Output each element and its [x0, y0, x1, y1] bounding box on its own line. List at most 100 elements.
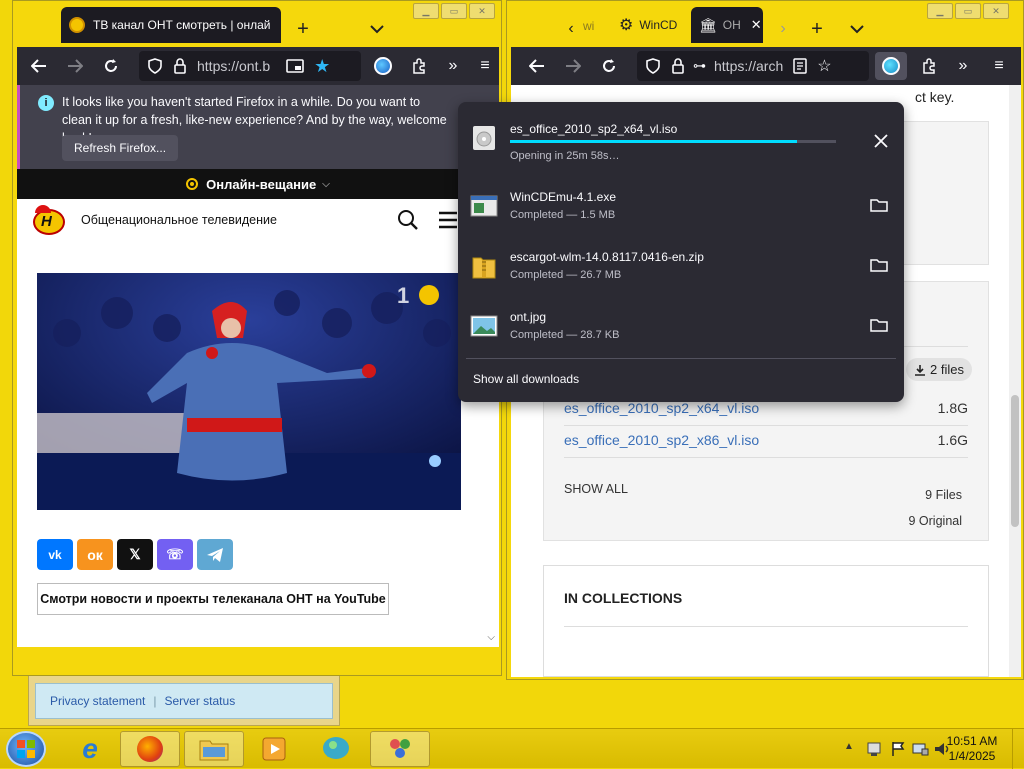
files-badge[interactable]: 2 files [906, 358, 972, 381]
folder-icon[interactable] [870, 198, 888, 212]
reader-view-icon[interactable] [793, 58, 808, 74]
background-window-footer: Privacy statement | Server status [35, 683, 333, 719]
chevron-down-icon: ⌵ [322, 178, 330, 190]
forward-button[interactable] [61, 52, 89, 80]
search-icon[interactable] [397, 209, 419, 231]
hamburger-menu-icon[interactable]: ≡ [985, 52, 1013, 80]
viber-share-button[interactable]: ☏ [157, 539, 193, 570]
left-tab-strip: ▁ ▭ ✕ ТВ канал ОНТ смотреть | онлай + [13, 1, 501, 47]
telegram-share-button[interactable] [197, 539, 233, 570]
taskbar-media-player-icon[interactable] [244, 731, 304, 767]
tray-flag-icon[interactable] [890, 741, 906, 757]
reload-button[interactable] [97, 52, 125, 80]
tray-network-icon[interactable] [912, 741, 930, 757]
pip-icon[interactable] [286, 58, 304, 74]
reload-button-right[interactable] [595, 52, 623, 80]
tab-scroll-left-icon[interactable]: ‹ [557, 15, 585, 43]
bookmark-star-icon[interactable]: ☆ [817, 56, 831, 76]
maximize-button-right[interactable]: ▭ [955, 3, 981, 19]
tab-scroll-right-icon[interactable]: › [769, 15, 797, 43]
file-link[interactable]: es_office_2010_sp2_x64_vl.iso [564, 400, 759, 416]
tab-wi[interactable]: wi [583, 19, 594, 33]
taskbar-messenger-icon[interactable] [306, 731, 366, 767]
tab-list-button-right[interactable] [843, 15, 871, 43]
archive-icon: 🏛 [699, 16, 717, 33]
download-item[interactable]: escargot-wlm-14.0.8117.0416-en.zip Compl… [458, 238, 904, 298]
show-desktop-button[interactable] [1012, 729, 1024, 769]
refresh-firefox-button[interactable]: Refresh Firefox... [62, 135, 179, 161]
tray-overflow-icon[interactable]: ▲ [844, 741, 854, 752]
downloads-button[interactable] [875, 52, 907, 80]
scrollbar-thumb[interactable] [1011, 395, 1019, 527]
site-menu-icon[interactable] [437, 209, 459, 231]
new-tab-button[interactable]: + [289, 15, 317, 43]
permissions-icon[interactable]: ⊶ [693, 58, 706, 74]
installer-icon [470, 192, 498, 220]
svg-text:1: 1 [397, 283, 409, 308]
taskbar-firefox-icon[interactable] [120, 731, 180, 767]
extensions-icon[interactable] [405, 52, 433, 80]
scrollbar[interactable] [1009, 85, 1021, 677]
close-window-button-right[interactable]: ✕ [983, 3, 1009, 19]
address-bar-right[interactable]: ⊶ https://arch ☆ [637, 51, 869, 81]
minimize-button[interactable]: ▁ [413, 3, 439, 19]
forward-button-right[interactable] [559, 52, 587, 80]
extensions-icon[interactable] [915, 52, 943, 80]
folder-icon[interactable] [870, 258, 888, 272]
download-item[interactable]: WinCDEmu-4.1.exe Completed — 1.5 MB [458, 178, 904, 238]
server-status-link[interactable]: Server status [165, 694, 236, 708]
cancel-download-icon[interactable] [874, 134, 888, 148]
info-icon: i [38, 95, 54, 111]
privacy-statement-link[interactable]: Privacy statement [50, 694, 145, 708]
collections-card: IN COLLECTIONS [543, 565, 989, 677]
back-button-right[interactable] [523, 52, 551, 80]
ok-share-button[interactable]: ок [77, 539, 113, 570]
hamburger-menu-icon[interactable]: ≡ [471, 52, 499, 80]
lock-icon [173, 58, 187, 74]
overflow-menu-icon[interactable]: » [439, 52, 467, 80]
overflow-menu-icon[interactable]: » [949, 52, 977, 80]
tab-wincd[interactable]: ⚙ WinCD [619, 15, 677, 35]
start-button[interactable] [6, 731, 46, 767]
shield-icon [147, 58, 163, 74]
files-count: 9 Files [925, 488, 962, 502]
taskbar-people-icon[interactable] [370, 731, 430, 767]
refresh-firefox-notice: i It looks like you haven't started Fire… [17, 85, 499, 169]
youtube-link-button[interactable]: Смотри новости и проекты телеканала ОНТ … [37, 583, 389, 615]
show-all-downloads-button[interactable]: Show all downloads [473, 372, 579, 386]
taskbar-ie-icon[interactable]: e [60, 731, 120, 767]
show-all-link[interactable]: SHOW ALL [564, 482, 628, 496]
download-name: WinCDEmu-4.1.exe [510, 190, 617, 204]
vk-share-button[interactable]: vk [37, 539, 73, 570]
right-nav-bar: ⊶ https://arch ☆ » ≡ [511, 47, 1021, 85]
ont-logo[interactable]: Н [33, 205, 69, 235]
file-link[interactable]: es_office_2010_sp2_x86_vl.iso [564, 432, 759, 448]
download-item[interactable]: ont.jpg Completed — 28.7 KB [458, 298, 904, 358]
x-share-button[interactable]: 𝕏 [117, 539, 153, 570]
minimize-button-right[interactable]: ▁ [927, 3, 953, 19]
maximize-button[interactable]: ▭ [441, 3, 467, 19]
bookmark-star-icon[interactable]: ★ [314, 56, 330, 77]
lock-icon [671, 58, 685, 74]
video-player[interactable]: 1 [37, 273, 461, 510]
tab-archive[interactable]: 🏛 OH ✕ [691, 7, 763, 43]
download-item[interactable]: es_office_2010_sp2_x64_vl.iso Opening in… [458, 110, 904, 170]
tray-device-icon[interactable] [866, 741, 882, 757]
tab-ont[interactable]: ТВ канал ОНТ смотреть | онлай [61, 7, 281, 43]
close-window-button[interactable]: ✕ [469, 3, 495, 19]
address-bar[interactable]: https://ont.b ★ [139, 51, 361, 81]
clock[interactable]: 10:51 AM 1/4/2025 [946, 734, 998, 764]
right-tab-strip: ▁ ▭ ✕ ‹ wi ⚙ WinCD 🏛 OH ✕ › + [507, 1, 1023, 47]
folder-icon[interactable] [870, 318, 888, 332]
tab-list-button[interactable] [363, 15, 391, 43]
account-icon[interactable] [369, 52, 397, 80]
online-broadcast-bar[interactable]: Онлайн-вещание ⌵ [17, 169, 499, 199]
back-button[interactable] [25, 52, 53, 80]
download-name: ont.jpg [510, 310, 547, 324]
page-scroll-down-icon[interactable]: ⌵ [487, 632, 495, 643]
new-tab-button-right[interactable]: + [803, 15, 831, 43]
download-status: Opening in 25m 58s… [510, 150, 620, 162]
ont-favicon [69, 17, 85, 33]
close-tab-icon[interactable]: ✕ [751, 17, 762, 33]
taskbar-explorer-icon[interactable] [184, 731, 244, 767]
